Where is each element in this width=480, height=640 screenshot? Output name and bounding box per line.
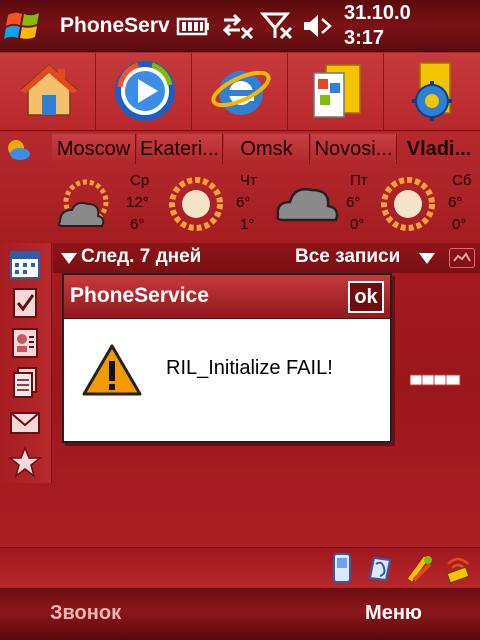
- ok-button[interactable]: ok: [348, 281, 384, 313]
- tools-icon[interactable]: [404, 552, 436, 584]
- status-time[interactable]: 3:17: [344, 27, 384, 50]
- favorites-icon[interactable]: [8, 445, 42, 479]
- file-explorer-icon: [313, 64, 361, 118]
- city-tab-novosibirsk[interactable]: Novosi...: [311, 134, 397, 164]
- city-tab-omsk[interactable]: Omsk: [224, 134, 310, 164]
- sun-icon: [381, 177, 435, 231]
- forecast-low: 1°: [240, 216, 255, 233]
- forecast-day-name: Ср: [130, 172, 150, 189]
- notes-icon[interactable]: [8, 365, 42, 399]
- launch-media[interactable]: [96, 53, 192, 131]
- softkey-bar: Звонок Меню: [0, 588, 480, 640]
- weather-panel: Moscow Ekateri... Omsk Novosi... Vladi..…: [0, 132, 480, 242]
- launch-home[interactable]: [0, 53, 96, 131]
- timeline-bar: [410, 374, 461, 386]
- forecast-day[interactable]: Ср 12° 6°: [50, 172, 168, 238]
- forecast-day[interactable]: Сб 6° 0°: [372, 172, 480, 238]
- calendar-view-button[interactable]: [449, 248, 475, 268]
- home-icon: [20, 63, 78, 116]
- forecast-day-name: Чт: [240, 172, 257, 189]
- view-toggle-icon: [453, 252, 471, 262]
- city-tab-moscow[interactable]: Moscow: [52, 134, 136, 164]
- launch-browser[interactable]: [192, 53, 288, 131]
- weather-app-icon[interactable]: [4, 136, 32, 164]
- forecast-high: 6°: [346, 194, 361, 211]
- calendar-header: След. 7 дней Все записи: [53, 243, 480, 273]
- forecast-day[interactable]: Чт 6° 1°: [160, 172, 278, 238]
- tasks-icon[interactable]: [8, 285, 42, 319]
- calendar-range-dropdown[interactable]: След. 7 дней: [81, 246, 201, 268]
- city-tab-vladivostok[interactable]: Vladi...: [398, 134, 480, 164]
- speaker-muted-icon[interactable]: [300, 10, 334, 42]
- cloud-icon: [276, 188, 339, 222]
- forecast-low: 0°: [350, 216, 365, 233]
- dialog-titlebar: PhoneService ok: [64, 275, 390, 319]
- forecast-low: 6°: [130, 216, 145, 233]
- chevron-down-icon[interactable]: [61, 253, 77, 265]
- sync-icon[interactable]: [364, 552, 396, 584]
- forecast-low: 0°: [452, 216, 467, 233]
- error-dialog: PhoneService ok RIL_Initialize FAIL!: [62, 273, 392, 443]
- quick-launch-bar: [0, 53, 480, 131]
- settings-folder-icon: [412, 62, 452, 121]
- city-tab-ekaterinburg[interactable]: Ekateri...: [137, 134, 223, 164]
- launch-settings[interactable]: [384, 53, 480, 131]
- warning-icon: [82, 344, 142, 396]
- sidebar: [0, 243, 52, 483]
- forecast-day-name: Пт: [350, 172, 368, 189]
- connectivity-off-icon[interactable]: [220, 10, 254, 42]
- status-date[interactable]: 31.10.0: [344, 2, 480, 25]
- launch-explorer[interactable]: [288, 53, 384, 131]
- signal-off-icon[interactable]: [260, 10, 294, 42]
- notification-tray: [0, 547, 480, 587]
- softkey-call[interactable]: Звонок: [50, 602, 121, 625]
- windows-start-icon[interactable]: [4, 6, 44, 46]
- forecast-high: 6°: [448, 194, 463, 211]
- internet-explorer-icon: [211, 70, 271, 115]
- softkey-menu[interactable]: Меню: [365, 602, 422, 625]
- battery-icon[interactable]: [176, 10, 210, 42]
- dialog-title: PhoneService: [70, 284, 209, 307]
- phone-icon[interactable]: [326, 552, 358, 584]
- title-bar: PhoneServ 31.10.0 3:17: [0, 0, 480, 52]
- media-player-icon: [115, 61, 175, 121]
- cloud-sun-icon: [57, 179, 109, 227]
- forecast-day[interactable]: Пт 6° 0°: [270, 172, 388, 238]
- forecast-day-name: Сб: [452, 172, 472, 189]
- calendar-icon[interactable]: [8, 247, 42, 281]
- wireless-icon[interactable]: [442, 552, 474, 584]
- sun-icon: [169, 177, 223, 231]
- mail-icon[interactable]: [8, 405, 42, 439]
- calendar-filter-dropdown[interactable]: Все записи: [295, 246, 400, 268]
- forecast-high: 12°: [126, 194, 149, 211]
- contacts-icon[interactable]: [8, 325, 42, 359]
- dialog-message: RIL_Initialize FAIL!: [166, 357, 333, 379]
- app-title: PhoneServ: [60, 14, 170, 37]
- forecast-high: 6°: [236, 194, 251, 211]
- chevron-down-icon[interactable]: [419, 253, 435, 265]
